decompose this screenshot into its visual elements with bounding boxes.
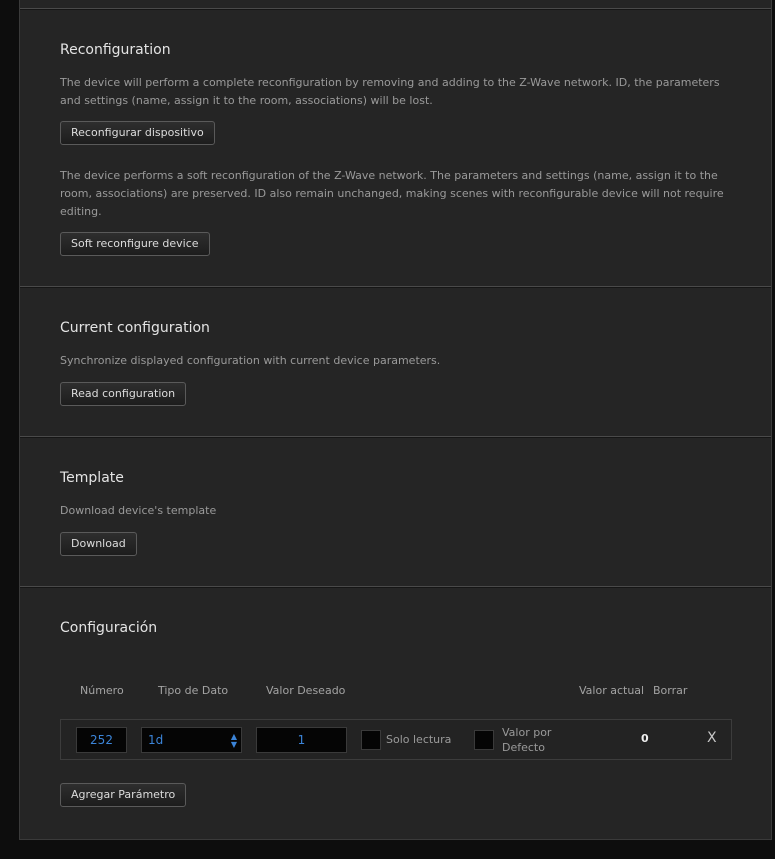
soft-reconfigure-description: The device performs a soft reconfigurati… [60, 169, 724, 218]
default-value-label: Valor por Defecto [502, 726, 552, 754]
reconfiguration-title: Reconfiguration [60, 42, 171, 58]
current-configuration-section: Current configuration Synchronize displa… [20, 286, 771, 437]
read-only-label: Solo lectura [386, 733, 452, 746]
reconfigure-device-button[interactable]: Reconfigurar dispositivo [60, 121, 215, 145]
template-description: Download device's template [60, 504, 217, 517]
parameter-number-input[interactable] [76, 727, 127, 753]
delete-parameter-button[interactable]: X [707, 730, 717, 746]
desired-value-input[interactable] [256, 727, 347, 753]
add-parameter-button[interactable]: Agregar Parámetro [60, 783, 187, 807]
read-only-checkbox[interactable] [361, 730, 381, 750]
default-value-checkbox[interactable] [474, 730, 494, 750]
device-settings-panel: Reconfiguration The device will perform … [19, 0, 772, 840]
configuracion-title: Configuración [60, 620, 158, 636]
current-configuration-title: Current configuration [60, 320, 210, 336]
read-configuration-button[interactable]: Read configuration [60, 382, 187, 406]
current-configuration-description: Synchronize displayed configuration with… [60, 354, 441, 367]
column-header-valor-deseado: Valor Deseado [266, 684, 346, 697]
soft-reconfigure-device-button[interactable]: Soft reconfigure device [60, 232, 210, 256]
current-value: 0 [641, 732, 649, 745]
template-title: Template [60, 470, 124, 486]
reconfiguration-section: Reconfiguration The device will perform … [20, 8, 771, 287]
download-template-button[interactable]: Download [60, 532, 137, 556]
hard-reconfigure-description: The device will perform a complete recon… [60, 76, 720, 107]
column-header-valor-actual: Valor actual [579, 684, 645, 697]
column-header-numero: Número [80, 684, 124, 697]
column-header-tipo-de-dato: Tipo de Dato [158, 684, 229, 697]
parameter-row: 1d ▲▼ Solo lectura Valor por Defecto 0 X [60, 719, 732, 760]
select-arrows-icon: ▲ ▼ [230, 732, 237, 749]
data-type-value: 1d [148, 733, 164, 747]
data-type-select[interactable]: 1d ▲ ▼ [141, 727, 242, 753]
template-section: Template Download device's template Down… [20, 436, 771, 587]
configuracion-section: Configuración Número Tipo de Dato Valor … [20, 586, 771, 839]
column-header-borrar: Borrar [653, 684, 688, 697]
